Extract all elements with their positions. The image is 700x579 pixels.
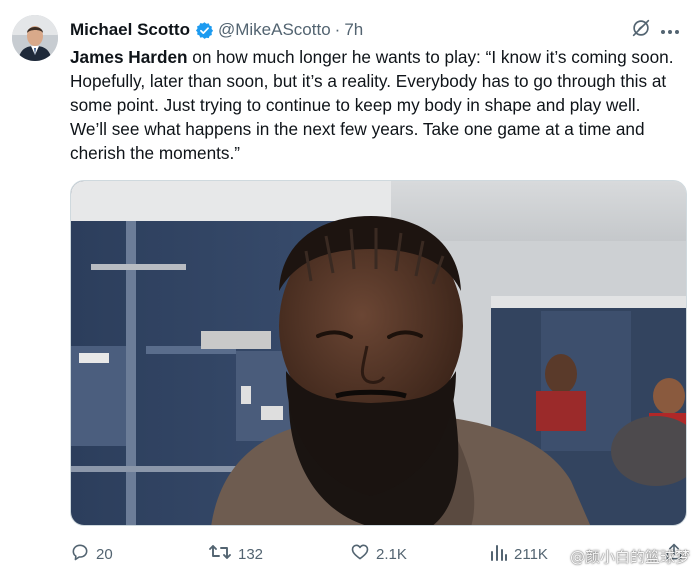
views-button[interactable]: 211K bbox=[490, 542, 548, 566]
tweet-header: Michael Scotto @MikeAScotto · 7h bbox=[70, 17, 680, 43]
author-avatar[interactable] bbox=[12, 15, 58, 61]
reply-count: 20 bbox=[96, 545, 113, 563]
separator-dot: · bbox=[334, 20, 341, 39]
repost-button[interactable]: 132 bbox=[208, 542, 263, 566]
author-name[interactable]: Michael Scotto bbox=[70, 20, 190, 40]
repost-icon bbox=[208, 542, 238, 566]
watermark: @颜小白的篮球梦 bbox=[569, 548, 690, 566]
grok-icon[interactable] bbox=[630, 17, 652, 44]
more-options-icon[interactable] bbox=[660, 21, 680, 41]
mentioned-name[interactable]: James Harden bbox=[70, 47, 188, 67]
heart-icon bbox=[350, 542, 376, 566]
tweet-text: James Harden on how much longer he wants… bbox=[70, 45, 680, 165]
like-button[interactable]: 2.1K bbox=[350, 542, 407, 566]
reply-icon bbox=[70, 542, 96, 566]
like-count: 2.1K bbox=[376, 545, 407, 563]
tweet-media-image[interactable] bbox=[70, 180, 687, 526]
views-chart-icon bbox=[490, 542, 514, 566]
author-handle[interactable]: @MikeAScotto bbox=[218, 20, 331, 40]
verified-badge-icon bbox=[195, 21, 214, 40]
tweet-time[interactable]: 7h bbox=[344, 20, 363, 40]
reply-button[interactable]: 20 bbox=[70, 542, 113, 566]
views-count: 211K bbox=[514, 545, 548, 563]
repost-count: 132 bbox=[238, 545, 264, 563]
